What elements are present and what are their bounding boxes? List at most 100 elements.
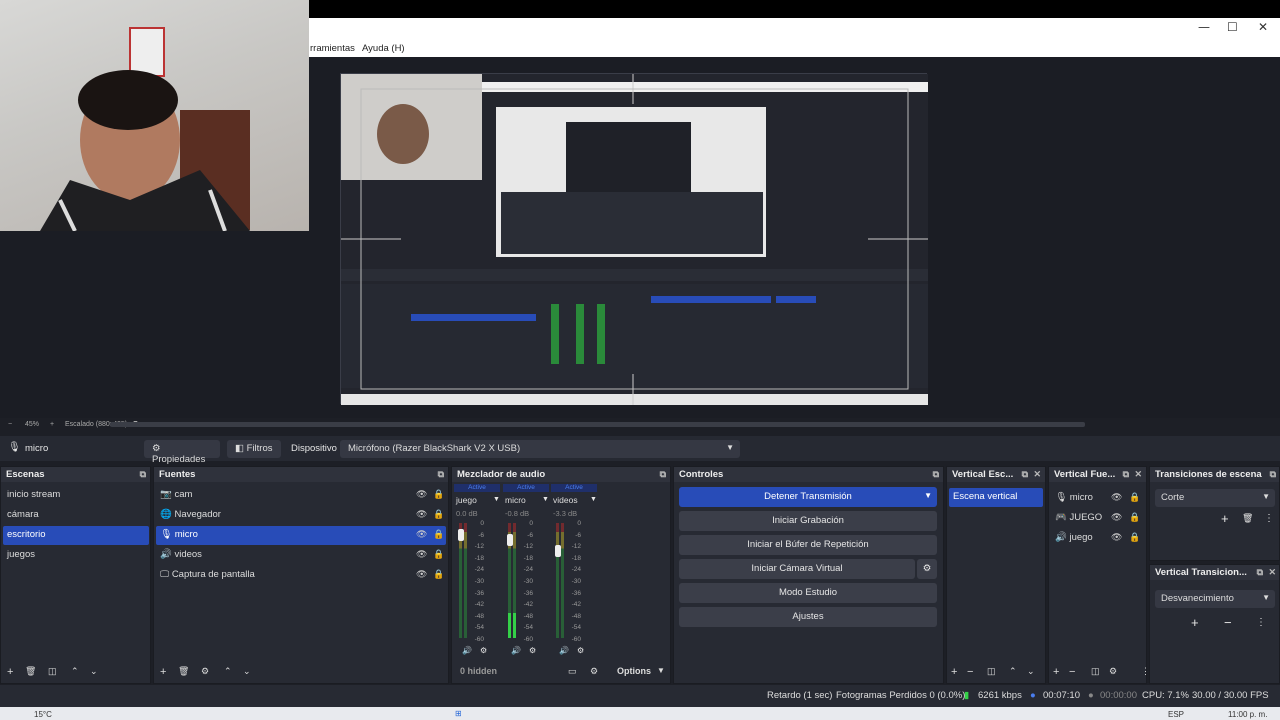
eye-icon[interactable]: 👁 <box>416 549 427 560</box>
filters-button[interactable]: ◧ Filtros <box>227 440 281 458</box>
chevron-down-icon[interactable]: ▼ <box>590 496 597 503</box>
arrow-up-icon[interactable]: ⌃ <box>71 666 79 677</box>
chevron-down-icon[interactable]: ▼ <box>924 491 932 500</box>
options-button[interactable]: Options <box>617 666 651 676</box>
filter-icon[interactable]: ◫ <box>987 666 996 677</box>
gear-icon[interactable]: ⚙ <box>480 646 487 655</box>
start-virtual-camera-button[interactable]: Iniciar Cámara Virtual <box>679 559 915 579</box>
arrow-up-icon[interactable]: ⌃ <box>1009 666 1017 677</box>
lock-icon[interactable]: 🔒 <box>1129 532 1140 543</box>
stop-streaming-button[interactable]: Detener Transmisión ▼ <box>679 487 937 507</box>
trash-icon[interactable]: 🗑 <box>178 666 189 677</box>
transition-select[interactable]: Corte ▼ <box>1155 489 1275 507</box>
lock-icon[interactable]: 🔒 <box>433 509 444 520</box>
remove-icon[interactable]: − <box>1224 615 1232 630</box>
properties-button[interactable]: ⚙ Propiedades <box>144 440 220 465</box>
add-icon[interactable]: + <box>1221 511 1229 526</box>
close-icon[interactable]: ✕ <box>1134 469 1142 480</box>
studio-mode-button[interactable]: Modo Estudio <box>679 583 937 603</box>
add-icon[interactable]: + <box>7 666 13 678</box>
eye-icon[interactable]: 👁 <box>416 489 427 500</box>
close-icon[interactable]: ✕ <box>1268 567 1276 578</box>
vertical-source-item[interactable]: 🔊 juego 👁 🔒 <box>1051 529 1145 548</box>
lock-icon[interactable]: 🔒 <box>1129 512 1140 523</box>
link-icon[interactable]: ⚙ <box>590 666 598 677</box>
eye-icon[interactable]: 👁 <box>416 529 427 540</box>
start-icon[interactable]: ⊞ <box>455 709 462 718</box>
vertical-transition-select[interactable]: Desvanecimiento ▼ <box>1155 590 1275 608</box>
source-item-selected[interactable]: 🎙 micro 👁 🔒 <box>156 526 446 545</box>
undock-icon[interactable]: ⧉ <box>140 469 146 480</box>
maximize-button[interactable]: ☐ <box>1227 20 1238 34</box>
menu-tools[interactable]: rramientas <box>310 43 355 54</box>
more-icon[interactable]: ⋮ <box>1264 513 1274 524</box>
volume-fader[interactable] <box>458 529 464 541</box>
more-icon[interactable]: ⋮ <box>1256 617 1266 628</box>
minimize-button[interactable]: — <box>1198 20 1210 34</box>
undock-icon[interactable]: ⧉ <box>438 469 444 480</box>
eye-icon[interactable]: 👁 <box>416 509 427 520</box>
trash-icon[interactable]: 🗑 <box>25 666 36 677</box>
source-item[interactable]: 🌐 Navegador 👁 🔒 <box>156 506 446 525</box>
scene-item[interactable]: juegos <box>3 546 149 565</box>
vertical-scene-item[interactable]: Escena vertical <box>949 488 1043 507</box>
lock-icon[interactable]: 🔒 <box>1129 492 1140 503</box>
gear-icon[interactable]: ⚙ <box>529 646 536 655</box>
add-icon[interactable]: + <box>1053 666 1059 678</box>
undock-icon[interactable]: ⧉ <box>660 469 666 480</box>
start-recording-button[interactable]: Iniciar Grabación <box>679 511 937 531</box>
arrow-down-icon[interactable]: ⌄ <box>90 666 98 677</box>
scene-item[interactable]: cámara <box>3 506 149 525</box>
gear-icon[interactable]: ⚙ <box>1109 666 1117 677</box>
source-item[interactable]: 🔊 videos 👁 🔒 <box>156 546 446 565</box>
lock-icon[interactable]: 🔒 <box>433 529 444 540</box>
trash-icon[interactable]: 🗑 <box>1242 513 1253 524</box>
source-item[interactable]: 🖵 Captura de pantalla 👁 🔒 <box>156 566 446 585</box>
arrow-down-icon[interactable]: ⌄ <box>1027 666 1035 677</box>
volume-fader[interactable] <box>507 534 513 546</box>
gear-icon[interactable]: ⚙ <box>201 666 209 677</box>
volume-fader[interactable] <box>555 545 561 557</box>
start-replay-buffer-button[interactable]: Iniciar el Búfer de Repetición <box>679 535 937 555</box>
preview-canvas[interactable] <box>340 73 928 405</box>
filter-icon[interactable]: ◫ <box>48 666 57 677</box>
eye-icon[interactable]: 👁 <box>1111 492 1122 503</box>
close-button[interactable]: ✕ <box>1258 20 1268 34</box>
close-icon[interactable]: ✕ <box>1033 469 1041 480</box>
lock-icon[interactable]: 🔒 <box>433 569 444 580</box>
preview-scrollbar[interactable] <box>110 422 1085 427</box>
eye-icon[interactable]: 👁 <box>1111 532 1122 543</box>
speaker-icon[interactable]: 🔊 <box>511 646 521 655</box>
eye-icon[interactable]: 👁 <box>1111 512 1122 523</box>
source-item[interactable]: 📷 cam 👁 🔒 <box>156 486 446 505</box>
remove-icon[interactable]: − <box>1069 666 1075 678</box>
remove-icon[interactable]: − <box>967 666 973 678</box>
arrow-down-icon[interactable]: ⌄ <box>243 666 251 677</box>
filter-icon[interactable]: ◫ <box>1091 666 1100 677</box>
undock-icon[interactable]: ⧉ <box>1257 567 1263 578</box>
add-icon[interactable]: + <box>1191 615 1199 630</box>
gear-icon[interactable]: ⚙ <box>577 646 584 655</box>
add-icon[interactable]: + <box>160 666 166 678</box>
collapse-icon[interactable]: ▭ <box>568 666 577 677</box>
device-select[interactable]: Micrófono (Razer BlackShark V2 X USB) ▼ <box>340 440 740 458</box>
zoom-in-button[interactable]: + <box>50 421 54 428</box>
lock-icon[interactable]: 🔒 <box>433 549 444 560</box>
scene-item[interactable]: inicio stream <box>3 486 149 505</box>
chevron-down-icon[interactable]: ▼ <box>542 496 549 503</box>
speaker-icon[interactable]: 🔊 <box>462 646 472 655</box>
chevron-down-icon[interactable]: ▼ <box>493 496 500 503</box>
zoom-out-button[interactable]: − <box>8 421 12 428</box>
undock-icon[interactable]: ⧉ <box>1270 469 1276 480</box>
eye-icon[interactable]: 👁 <box>416 569 427 580</box>
vertical-source-item[interactable]: 🎙 micro 👁 🔒 <box>1051 489 1145 508</box>
lock-icon[interactable]: 🔒 <box>433 489 444 500</box>
settings-button[interactable]: Ajustes <box>679 607 937 627</box>
scene-item-selected[interactable]: escritorio <box>3 526 149 545</box>
arrow-up-icon[interactable]: ⌃ <box>224 666 232 677</box>
menu-help[interactable]: Ayuda (H) <box>362 43 405 54</box>
undock-icon[interactable]: ⧉ <box>933 469 939 480</box>
speaker-icon[interactable]: 🔊 <box>559 646 569 655</box>
virtual-camera-settings-button[interactable]: ⚙ <box>917 559 937 579</box>
vertical-source-item[interactable]: 🎮 JUEGO 👁 🔒 <box>1051 509 1145 528</box>
